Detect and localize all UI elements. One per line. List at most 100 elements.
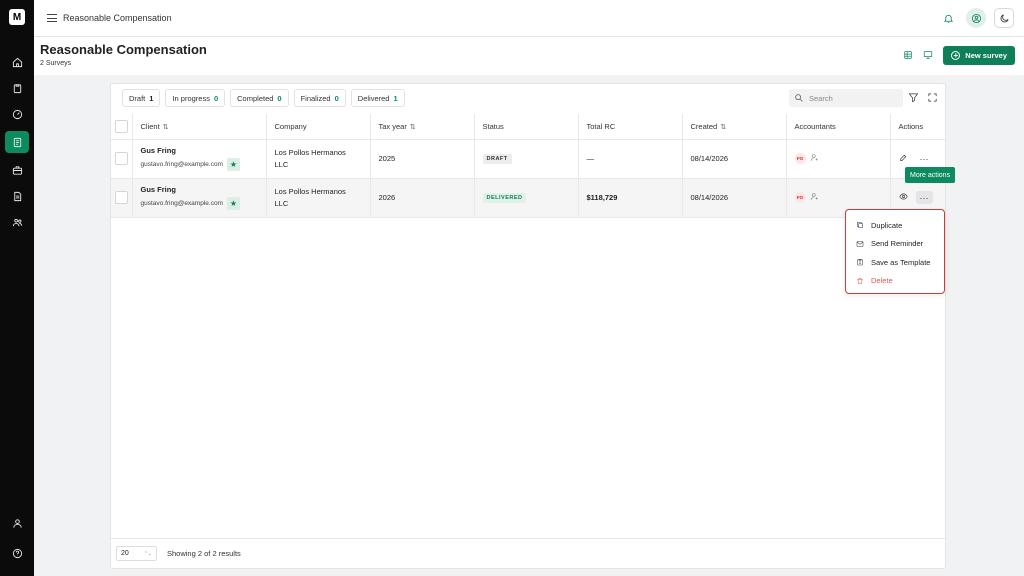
app-logo: M <box>9 9 25 25</box>
col-label: Company <box>274 121 307 131</box>
filter-delivered[interactable]: Delivered 1 <box>350 89 405 107</box>
menu-item-send-reminder[interactable]: Send Reminder <box>846 235 944 254</box>
accountant-avatar[interactable]: FO <box>794 192 806 203</box>
total-rc: — <box>578 139 683 179</box>
plus-circle-icon: + <box>951 51 961 60</box>
filter-icon[interactable] <box>908 92 919 103</box>
surveys-table: Client ⇅ Company Tax year ⇅ Status Total R… <box>111 114 945 218</box>
new-survey-button[interactable]: + New survey <box>943 46 1015 65</box>
sort-icon: ⇅ <box>409 123 416 131</box>
client-name: Gus Fring <box>140 146 176 155</box>
filter-draft[interactable]: Draft 1 <box>122 89 161 107</box>
tax-year: 2025 <box>370 139 475 179</box>
more-actions-button[interactable]: ··· <box>915 191 933 204</box>
copy-icon <box>857 222 863 229</box>
col-actions: Actions <box>890 114 945 140</box>
user-avatar-button[interactable] <box>966 8 986 28</box>
users-icon <box>12 218 22 226</box>
add-accountant-button[interactable] <box>810 192 819 203</box>
filter-count: 0 <box>277 93 282 103</box>
chevron-updown-icon: ⌃⌄ <box>143 550 152 557</box>
col-tax-year[interactable]: Tax year ⇅ <box>370 114 475 140</box>
sidebar: M <box>0 0 34 576</box>
menu-item-delete[interactable]: Delete <box>846 272 944 291</box>
hamburger-menu-icon[interactable] <box>47 14 57 22</box>
col-created[interactable]: Created ⇅ <box>682 114 787 140</box>
filter-finalized[interactable]: Finalized 0 <box>293 89 346 107</box>
user-plus-icon <box>810 154 818 161</box>
sidebar-item-surveys[interactable] <box>5 131 29 153</box>
sidebar-item-dashboard[interactable] <box>6 105 28 123</box>
company-suffix: LLC <box>274 199 289 208</box>
topbar-actions <box>938 8 1014 28</box>
add-accountant-button[interactable] <box>810 153 819 164</box>
sort-icon: ⇅ <box>162 123 169 131</box>
row-actions-menu: Duplicate Send Reminder Save as Template… <box>845 209 945 294</box>
col-label: Total RC <box>586 121 616 131</box>
sidebar-item-clipboard[interactable] <box>6 79 28 97</box>
menu-item-save-template[interactable]: Save as Template <box>846 253 944 272</box>
filter-completed[interactable]: Completed 0 <box>230 89 289 107</box>
col-label: Status <box>482 121 504 131</box>
filter-label: Finalized <box>300 93 331 103</box>
monitor-icon <box>924 50 933 59</box>
moon-icon <box>1000 13 1009 22</box>
table-row[interactable]: Gus Fring gustavo.fring@example.com ★ Los… <box>111 139 945 179</box>
edit-icon <box>899 154 906 161</box>
result-count: Showing 2 of 2 results <box>167 549 241 558</box>
page-size-select[interactable]: 20 ⌃⌄ <box>116 546 157 561</box>
col-label: Actions <box>898 121 924 131</box>
more-actions-tooltip: More actions <box>905 167 956 183</box>
sidebar-nav <box>5 53 29 231</box>
client-email: gustavo.fring@example.com <box>140 200 223 207</box>
table-row[interactable]: Gus Fring gustavo.fring@example.com ★ Los… <box>111 178 945 218</box>
sidebar-item-profile[interactable] <box>6 514 28 532</box>
topbar: Reasonable Compensation <box>34 0 1024 37</box>
surveys-card: Draft 1 In progress 0 Completed 0 Finalized… <box>110 83 946 569</box>
presentation-view-button[interactable] <box>923 50 933 62</box>
accountant-avatar[interactable]: FO <box>794 153 806 164</box>
row-checkbox[interactable] <box>115 191 128 204</box>
notifications-button[interactable] <box>938 8 958 28</box>
row-checkbox[interactable] <box>115 152 128 165</box>
edit-button[interactable] <box>899 153 908 164</box>
filter-count: 0 <box>334 93 339 103</box>
star-icon[interactable]: ★ <box>226 158 240 171</box>
search-input[interactable]: Search <box>789 89 903 107</box>
col-status: Status <box>474 114 579 140</box>
tax-year: 2026 <box>370 178 475 218</box>
col-label: Created <box>690 121 718 131</box>
survey-count: 2 Surveys <box>40 60 72 67</box>
menu-label: Send Reminder <box>871 239 924 249</box>
filter-label: Completed <box>237 93 274 103</box>
status-filters: Draft 1 In progress 0 Completed 0 Finalized… <box>122 89 405 107</box>
filter-count: 0 <box>213 93 219 103</box>
col-label: Accountants <box>794 121 836 131</box>
menu-label: Delete <box>871 276 893 286</box>
status-badge: DELIVERED <box>482 193 527 203</box>
sidebar-item-home[interactable] <box>6 53 28 71</box>
home-icon <box>12 57 22 67</box>
sidebar-item-help[interactable] <box>6 544 28 562</box>
filter-count: 1 <box>149 93 154 103</box>
fullscreen-icon[interactable] <box>927 92 938 103</box>
client-email: gustavo.fring@example.com <box>140 161 223 168</box>
menu-label: Duplicate <box>871 220 903 230</box>
sidebar-item-briefcase[interactable] <box>6 161 28 179</box>
theme-toggle-button[interactable] <box>994 8 1014 28</box>
sidebar-item-reports[interactable] <box>6 187 28 205</box>
table-header-row: Client ⇅ Company Tax year ⇅ Status Total R… <box>111 114 945 140</box>
bell-icon <box>943 14 953 23</box>
col-client[interactable]: Client ⇅ <box>132 114 267 140</box>
menu-item-duplicate[interactable]: Duplicate <box>846 216 944 235</box>
table-view-button[interactable] <box>903 50 913 62</box>
view-button[interactable] <box>898 192 908 203</box>
company-suffix: LLC <box>274 160 289 169</box>
filter-in-progress[interactable]: In progress 0 <box>165 89 226 107</box>
select-all-checkbox[interactable] <box>115 119 128 133</box>
star-icon[interactable]: ★ <box>226 197 240 210</box>
more-actions-button[interactable]: ··· <box>916 152 933 165</box>
header-actions: + New survey <box>903 46 1015 65</box>
sidebar-item-users[interactable] <box>6 213 28 231</box>
search-icon <box>795 94 803 102</box>
